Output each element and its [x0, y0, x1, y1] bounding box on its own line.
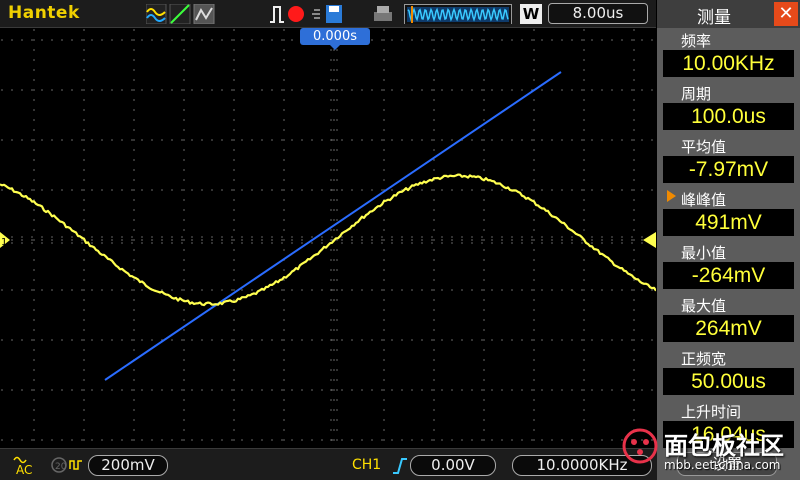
measure-label: 上升时间	[681, 403, 742, 421]
panel-header: 测量 ✕	[657, 0, 800, 28]
trigger-level-marker[interactable]	[643, 232, 656, 248]
record-icon	[288, 6, 304, 22]
top-status-bar: Hantek W 8.00us	[0, 0, 656, 28]
measure-label: 周期	[681, 85, 712, 103]
trigger-level[interactable]: 0.00V	[410, 455, 496, 476]
trigger-source[interactable]: CH1	[352, 457, 381, 473]
rising-edge-icon[interactable]	[392, 458, 408, 474]
waveform-display: 1	[0, 29, 656, 441]
measure-item-maximum[interactable]: 最大值 264mV	[657, 293, 800, 346]
memory-depth-indicator	[404, 4, 512, 24]
watermark-text: 面包板社区	[664, 432, 784, 460]
measure-value: -264mV	[663, 262, 794, 289]
measure-item-positive-width[interactable]: 正频宽 50.00us	[657, 346, 800, 399]
svg-text:1: 1	[1, 237, 7, 248]
watermark-url: mbb.eet-china.com	[664, 458, 781, 472]
brand-logo: Hantek	[8, 3, 80, 23]
watermark-logo-icon	[622, 428, 658, 464]
measure-label: 最小值	[681, 244, 727, 262]
watermark: 面包板社区 mbb.eet-china.com	[620, 424, 800, 480]
trigger-position-label[interactable]: 0.000s	[300, 28, 370, 45]
measure-value: 264mV	[663, 315, 794, 342]
measure-label: 峰峰值	[681, 191, 727, 209]
measure-value: 50.00us	[663, 368, 794, 395]
panel-title: 测量	[697, 8, 731, 28]
measure-label: 正频宽	[681, 350, 727, 368]
printer-icon[interactable]	[372, 4, 394, 24]
timebase-display[interactable]: 8.00us	[548, 3, 648, 24]
measure-label: 最大值	[681, 297, 727, 315]
measure-panel: 测量 ✕ 频率 10.00KHz 周期 100.0us 平均值 -7.97mV …	[657, 0, 800, 480]
measure-item-mean[interactable]: 平均值 -7.97mV	[657, 134, 800, 187]
acquire-controls[interactable]	[268, 4, 358, 24]
run-mode-indicator[interactable]: W	[520, 4, 542, 24]
graticule	[1, 29, 653, 441]
measure-value: 10.00KHz	[663, 50, 794, 77]
coupling-label[interactable]: AC	[16, 463, 32, 477]
measure-value: 491mV	[663, 209, 794, 236]
selected-pointer-icon	[667, 190, 676, 202]
reference-line	[104, 71, 562, 381]
svg-text:20: 20	[55, 462, 67, 472]
ch1-scale[interactable]: 200mV	[88, 455, 168, 476]
measure-value: 100.0us	[663, 103, 794, 130]
bottom-status-bar: 20 AC 200mV CH1 0.00V 10.0000KHz	[0, 448, 657, 480]
ch1-waveform	[0, 173, 656, 307]
measure-item-minimum[interactable]: 最小值 -264mV	[657, 240, 800, 293]
measure-value: -7.97mV	[663, 156, 794, 183]
measure-label: 频率	[681, 32, 712, 50]
measure-item-period[interactable]: 周期 100.0us	[657, 81, 800, 134]
trigger-position-arrow	[329, 44, 341, 50]
display-mode-icons[interactable]	[146, 4, 216, 24]
measure-item-peak-to-peak[interactable]: 峰峰值 491mV	[657, 187, 800, 240]
measure-label: 平均值	[681, 138, 727, 156]
probe-icon	[69, 460, 82, 470]
ch1-marker[interactable]: 1	[0, 232, 10, 248]
close-icon[interactable]: ✕	[774, 2, 798, 26]
measure-item-frequency[interactable]: 频率 10.00KHz	[657, 28, 800, 81]
